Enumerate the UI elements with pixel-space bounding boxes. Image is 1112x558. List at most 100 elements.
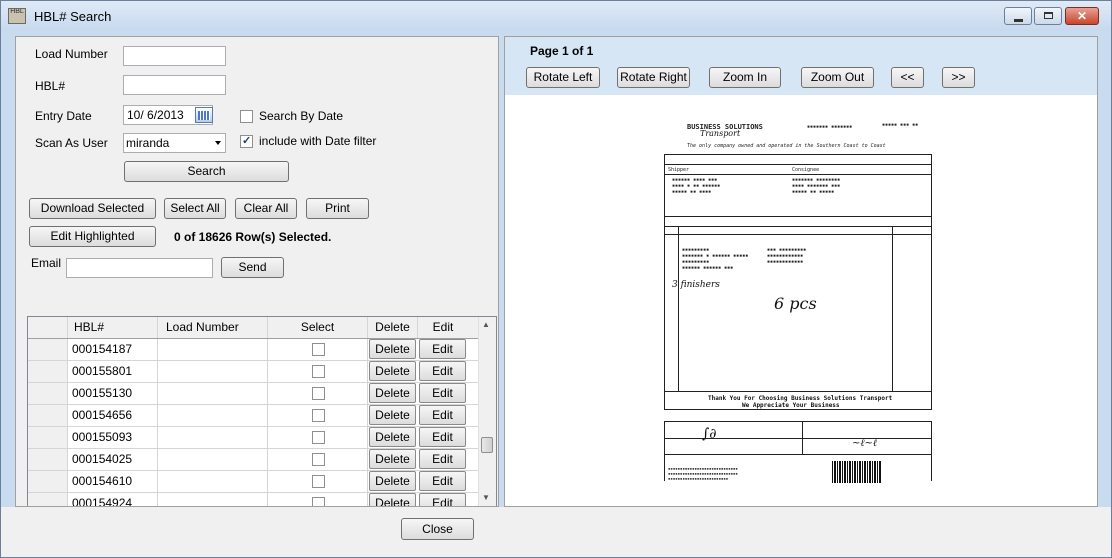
- load-number-cell[interactable]: [158, 383, 268, 404]
- edit-button[interactable]: Edit: [419, 361, 466, 381]
- email-input[interactable]: [66, 258, 213, 278]
- delete-button[interactable]: Delete: [369, 361, 416, 381]
- select-row-checkbox[interactable]: [312, 475, 325, 488]
- column-header-edit[interactable]: Edit: [418, 317, 468, 338]
- load-number-cell[interactable]: [158, 361, 268, 382]
- load-number-cell[interactable]: [158, 339, 268, 360]
- zoom-in-button[interactable]: Zoom In: [709, 67, 781, 88]
- hbl-cell[interactable]: 000154924: [68, 493, 158, 506]
- column-header-hbl[interactable]: HBL#: [68, 317, 158, 338]
- hbl-cell[interactable]: 000154025: [68, 449, 158, 470]
- select-row-checkbox[interactable]: [312, 497, 325, 506]
- include-date-filter-label: include with Date filter: [259, 134, 377, 148]
- row-header-cell[interactable]: [28, 471, 68, 492]
- table-row[interactable]: 000154924 Delete Edit: [28, 493, 480, 506]
- clear-all-button[interactable]: Clear All: [235, 198, 297, 219]
- scanned-document: BUSINESS SOLUTIONS Transport ▪▪▪▪▪▪▪ ▪▪▪…: [642, 116, 958, 506]
- calendar-icon[interactable]: [195, 107, 213, 123]
- delete-button[interactable]: Delete: [369, 427, 416, 447]
- hbl-input[interactable]: [123, 75, 226, 95]
- title-bar[interactable]: HBL HBL# Search ✕: [1, 1, 1111, 31]
- row-header-cell[interactable]: [28, 383, 68, 404]
- next-page-button[interactable]: >>: [942, 67, 975, 88]
- doc-company-script: Transport: [700, 129, 741, 138]
- maximize-icon: [1044, 12, 1053, 19]
- include-date-filter-checkbox[interactable]: [240, 134, 253, 148]
- edit-button[interactable]: Edit: [419, 427, 466, 447]
- delete-button[interactable]: Delete: [369, 383, 416, 403]
- load-number-cell[interactable]: [158, 405, 268, 426]
- close-window-button[interactable]: ✕: [1065, 7, 1099, 25]
- rotate-right-button[interactable]: Rotate Right: [617, 67, 690, 88]
- row-header-cell[interactable]: [28, 427, 68, 448]
- table-row[interactable]: 000155093 Delete Edit: [28, 427, 480, 449]
- select-row-checkbox[interactable]: [312, 387, 325, 400]
- column-header-select[interactable]: Select: [268, 317, 368, 338]
- maximize-button[interactable]: [1034, 7, 1062, 25]
- column-header-load-number[interactable]: Load Number: [158, 317, 268, 338]
- hbl-cell[interactable]: 000154656: [68, 405, 158, 426]
- hbl-cell[interactable]: 000154187: [68, 339, 158, 360]
- search-button[interactable]: Search: [124, 161, 289, 182]
- close-button[interactable]: Close: [401, 518, 474, 540]
- scroll-down-icon[interactable]: ▼: [482, 493, 490, 502]
- row-header-cell[interactable]: [28, 493, 68, 506]
- load-number-cell[interactable]: [158, 471, 268, 492]
- select-row-checkbox[interactable]: [312, 365, 325, 378]
- scroll-up-icon[interactable]: ▲: [482, 320, 490, 329]
- hbl-cell[interactable]: 000154610: [68, 471, 158, 492]
- scroll-thumb[interactable]: [481, 437, 493, 453]
- column-header-delete[interactable]: Delete: [368, 317, 418, 338]
- row-header-cell[interactable]: [28, 361, 68, 382]
- table-row[interactable]: 000154656 Delete Edit: [28, 405, 480, 427]
- table-row[interactable]: 000154610 Delete Edit: [28, 471, 480, 493]
- print-button[interactable]: Print: [306, 198, 369, 219]
- load-number-cell[interactable]: [158, 427, 268, 448]
- delete-button[interactable]: Delete: [369, 471, 416, 491]
- delete-button[interactable]: Delete: [369, 493, 416, 506]
- search-by-date-checkbox[interactable]: [240, 110, 253, 123]
- scan-as-user-select[interactable]: miranda: [123, 133, 226, 153]
- edit-button[interactable]: Edit: [419, 493, 466, 506]
- send-button[interactable]: Send: [221, 257, 284, 278]
- select-all-button[interactable]: Select All: [164, 198, 226, 219]
- page-info: Page 1 of 1: [530, 44, 594, 58]
- scan-as-user-label: Scan As User: [35, 136, 108, 150]
- edit-button[interactable]: Edit: [419, 405, 466, 425]
- entry-date-picker[interactable]: 10/ 6/2013: [123, 105, 213, 125]
- load-number-cell[interactable]: [158, 493, 268, 506]
- table-row[interactable]: 000154025 Delete Edit: [28, 449, 480, 471]
- edit-highlighted-button[interactable]: Edit Highlighted: [29, 226, 156, 247]
- grid-scrollbar[interactable]: ▲ ▼: [478, 317, 496, 506]
- edit-button[interactable]: Edit: [419, 471, 466, 491]
- delete-button[interactable]: Delete: [369, 449, 416, 469]
- load-number-cell[interactable]: [158, 449, 268, 470]
- delete-button[interactable]: Delete: [369, 339, 416, 359]
- delete-button[interactable]: Delete: [369, 405, 416, 425]
- table-row[interactable]: 000155130 Delete Edit: [28, 383, 480, 405]
- doc-rule: [664, 154, 932, 155]
- select-row-checkbox[interactable]: [312, 343, 325, 356]
- table-row[interactable]: 000155801 Delete Edit: [28, 361, 480, 383]
- edit-button[interactable]: Edit: [419, 449, 466, 469]
- row-header-cell[interactable]: [28, 405, 68, 426]
- hbl-cell[interactable]: 000155093: [68, 427, 158, 448]
- edit-button[interactable]: Edit: [419, 339, 466, 359]
- table-row[interactable]: 000154187 Delete Edit: [28, 339, 480, 361]
- rotate-left-button[interactable]: Rotate Left: [526, 67, 600, 88]
- hbl-cell[interactable]: 000155801: [68, 361, 158, 382]
- chevron-down-icon[interactable]: [215, 141, 221, 145]
- select-row-checkbox[interactable]: [312, 453, 325, 466]
- select-cell: [268, 339, 368, 360]
- hbl-cell[interactable]: 000155130: [68, 383, 158, 404]
- edit-button[interactable]: Edit: [419, 383, 466, 403]
- select-row-checkbox[interactable]: [312, 431, 325, 444]
- download-selected-button[interactable]: Download Selected: [29, 198, 156, 219]
- select-row-checkbox[interactable]: [312, 409, 325, 422]
- zoom-out-button[interactable]: Zoom Out: [801, 67, 874, 88]
- previous-page-button[interactable]: <<: [891, 67, 924, 88]
- row-header-cell[interactable]: [28, 339, 68, 360]
- load-number-input[interactable]: [123, 46, 226, 66]
- row-header-cell[interactable]: [28, 449, 68, 470]
- minimize-button[interactable]: [1004, 7, 1032, 25]
